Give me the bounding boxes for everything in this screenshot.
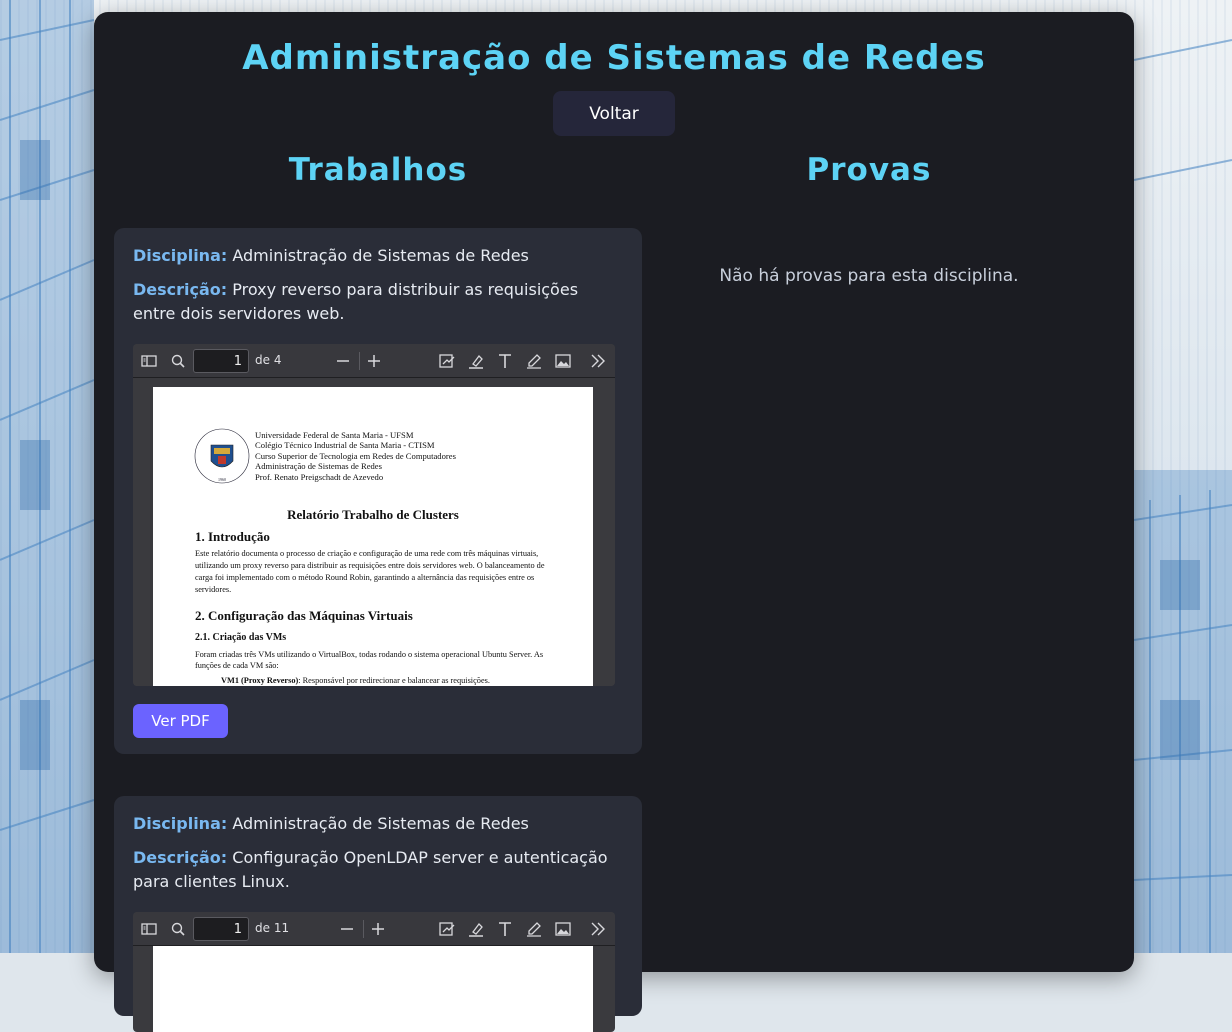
page-count: de 11: [255, 921, 290, 935]
draw-icon[interactable]: [523, 918, 545, 940]
pdf-header-line: Colégio Técnico Industrial de Santa Mari…: [255, 440, 435, 451]
main-panel: Administração de Sistemas de Redes Volta…: [94, 12, 1134, 1032]
pdf-bullet-bold: VM1 (Proxy Reverso): [221, 676, 299, 685]
search-icon[interactable]: [167, 350, 189, 372]
pdf-subsection-heading: 2.1. Criação das VMs: [195, 632, 287, 643]
highlight-icon[interactable]: [465, 350, 487, 372]
zoom-in-icon[interactable]: [363, 350, 385, 372]
pdf-section-heading: 1. Introdução: [195, 529, 270, 544]
descricao-field: Descrição: Proxy reverso para distribuir…: [133, 278, 613, 326]
zoom-out-icon[interactable]: [336, 918, 358, 940]
no-exams-message: Não há provas para esta disciplina.: [719, 266, 1019, 286]
trabalhos-heading: Trabalhos: [288, 152, 468, 188]
view-pdf-button[interactable]: Ver PDF: [133, 704, 228, 738]
disciplina-label: Disciplina:: [133, 246, 228, 265]
pdf-bullet: VM1 (Proxy Reverso): Responsável por red…: [221, 676, 551, 685]
page-number-input[interactable]: [193, 349, 249, 373]
toolbar-separator: [363, 920, 364, 938]
university-seal-logo: 1960: [194, 428, 250, 484]
pdf-page: 1960 Universidade Federal de Santa Maria…: [153, 387, 593, 686]
descricao-label: Descrição:: [133, 280, 228, 299]
sidebar-toggle-icon[interactable]: [138, 350, 160, 372]
pdf-bullet-text: : Responsável por redirecionar e balance…: [298, 676, 490, 685]
disciplina-value: Administração de Sistemas de Redes: [232, 814, 529, 833]
work-card: Disciplina: Administração de Sistemas de…: [114, 796, 642, 1032]
pdf-paragraph: Foram criadas três VMs utilizando o Virt…: [195, 650, 544, 670]
pdf-doc-title: Relatório Trabalho de Clusters: [287, 507, 459, 522]
pdf-header-lines: Universidade Federal de Santa Maria - UF…: [255, 430, 456, 482]
pdf-page[interactable]: [153, 946, 593, 1032]
back-button[interactable]: Voltar: [553, 91, 675, 136]
pdf-toolbar: de 4: [133, 344, 615, 378]
image-icon[interactable]: [552, 350, 574, 372]
descricao-field: Descrição: Configuração OpenLDAP server …: [133, 846, 613, 894]
disciplina-value: Administração de Sistemas de Redes: [232, 246, 529, 265]
zoom-in-icon[interactable]: [367, 918, 389, 940]
page-count: de 4: [255, 353, 282, 367]
more-tools-icon[interactable]: [587, 918, 609, 940]
disciplina-field: Disciplina: Administração de Sistemas de…: [133, 812, 613, 836]
svg-text:1960: 1960: [218, 477, 226, 482]
pdf-viewer: de 11: [133, 912, 615, 1032]
text-icon[interactable]: [494, 350, 516, 372]
pdf-header-line: Universidade Federal de Santa Maria - UF…: [255, 430, 414, 440]
page-number-input[interactable]: [193, 917, 249, 941]
disciplina-field: Disciplina: Administração de Sistemas de…: [133, 244, 613, 268]
more-tools-icon[interactable]: [587, 350, 609, 372]
pdf-header-line: Administração de Sistemas de Redes: [255, 461, 382, 472]
disciplina-label: Disciplina:: [133, 814, 228, 833]
signature-icon[interactable]: [436, 350, 458, 372]
signature-icon[interactable]: [436, 918, 458, 940]
page-title: Administração de Sistemas de Redes: [242, 38, 986, 78]
pdf-viewer: de 4: [133, 344, 615, 686]
pdf-header-line: Curso Superior de Tecnologia em Redes de…: [255, 450, 456, 461]
zoom-out-icon[interactable]: [332, 350, 354, 372]
pdf-section-heading: 2. Configuração das Máquinas Virtuais: [195, 608, 413, 623]
toolbar-separator: [359, 352, 360, 370]
work-card: Disciplina: Administração de Sistemas de…: [114, 228, 642, 754]
pdf-header-line: Prof. Renato Preigschadt de Azevedo: [255, 471, 384, 482]
descricao-label: Descrição:: [133, 848, 228, 867]
text-icon[interactable]: [494, 918, 516, 940]
image-icon[interactable]: [552, 918, 574, 940]
sidebar-toggle-icon[interactable]: [138, 918, 160, 940]
pdf-canvas-area[interactable]: 1960 Universidade Federal de Santa Maria…: [133, 378, 615, 686]
draw-icon[interactable]: [523, 350, 545, 372]
pdf-toolbar: de 11: [133, 912, 615, 946]
highlight-icon[interactable]: [465, 918, 487, 940]
provas-heading: Provas: [806, 152, 932, 188]
search-icon[interactable]: [167, 918, 189, 940]
pdf-paragraph: Este relatório documenta o processo de c…: [195, 549, 545, 594]
